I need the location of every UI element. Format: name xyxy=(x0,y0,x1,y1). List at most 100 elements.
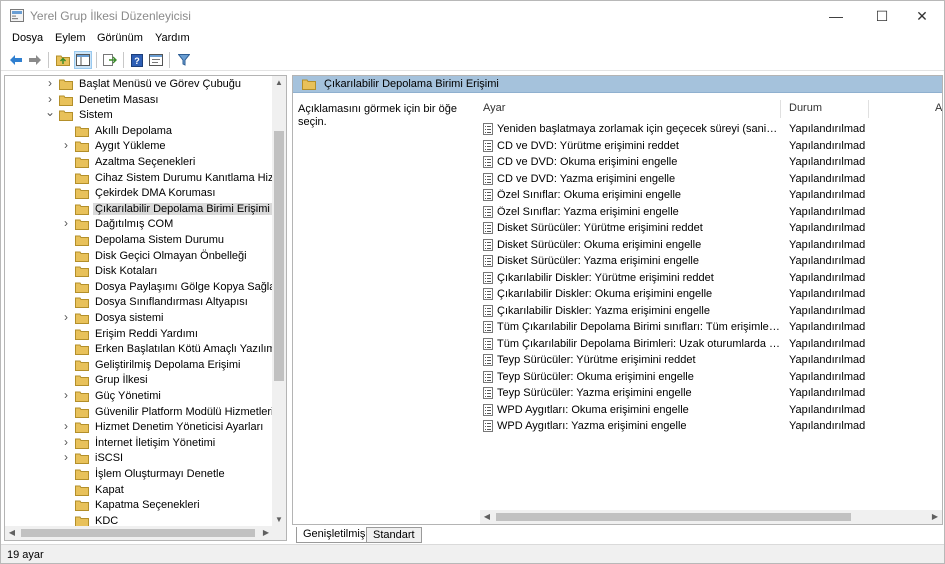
tree-item[interactable]: › Dosya sistemi xyxy=(5,310,273,327)
tree-item[interactable]: › Aygıt Yükleme xyxy=(5,138,273,155)
scroll-left-icon[interactable]: ◀ xyxy=(5,526,19,540)
forward-button[interactable] xyxy=(26,51,44,69)
tree-item[interactable]: Disk Kotaları xyxy=(5,264,273,280)
table-row[interactable]: Disket Sürücüler: Yürütme erişimini redd… xyxy=(480,220,942,237)
policy-setting-icon xyxy=(483,403,493,416)
tree-item[interactable]: Akıllı Depolama xyxy=(5,124,273,140)
tab-extended[interactable]: Genişletilmiş xyxy=(296,527,373,543)
back-button[interactable] xyxy=(7,51,25,69)
scroll-left-icon[interactable]: ◀ xyxy=(480,510,494,524)
table-row[interactable]: CD ve DVD: Okuma erişimini engelle Yapıla… xyxy=(480,154,942,171)
filter-button[interactable] xyxy=(175,51,193,69)
chevron-down-icon[interactable]: ⌄ xyxy=(45,105,55,119)
policy-setting-icon xyxy=(483,321,493,333)
tree-item[interactable]: Depolama Sistem Durumu xyxy=(5,233,273,249)
details-horizontal-scrollbar[interactable]: ◀ ▶ xyxy=(480,510,942,524)
details-hscroll-thumb[interactable] xyxy=(496,513,851,521)
tree-item[interactable]: İşlem Oluşturmayı Denetle xyxy=(5,467,273,483)
chevron-right-icon[interactable]: › xyxy=(61,310,71,324)
details-header: Çıkarılabilir Depolama Birimi Erişimi xyxy=(293,76,942,93)
folder-icon xyxy=(75,375,89,387)
chevron-right-icon[interactable]: › xyxy=(61,138,71,152)
tree-item[interactable]: Azaltma Seçenekleri xyxy=(5,155,273,171)
tree-item[interactable]: › iSCSI xyxy=(5,450,273,467)
column-header-state[interactable]: Durum xyxy=(789,98,822,120)
table-row[interactable]: CD ve DVD: Yazma erişimini engelle Yapıla… xyxy=(480,171,942,188)
scroll-right-icon[interactable]: ▶ xyxy=(259,526,273,540)
menu-eylem[interactable]: Eylem xyxy=(55,32,86,44)
table-row[interactable]: Teyp Sürücüler: Okuma erişimini engelle Y… xyxy=(480,369,942,386)
table-row[interactable]: Özel Sınıflar: Okuma erişimini engelle Ya… xyxy=(480,187,942,204)
tree-vertical-scrollbar[interactable]: ▲ ▼ xyxy=(272,76,286,527)
column-header-third[interactable]: A xyxy=(935,98,942,120)
menu-yardim[interactable]: Yardım xyxy=(155,32,190,44)
tree-item[interactable]: › İnternet İletişim Yönetimi xyxy=(5,435,273,452)
tree-hscroll-thumb[interactable] xyxy=(21,529,255,537)
folder-icon xyxy=(75,266,89,278)
export-list-button[interactable] xyxy=(101,51,119,69)
tree-item[interactable]: › Güç Yönetimi xyxy=(5,388,273,405)
tree-item[interactable]: Erişim Reddi Yardımı xyxy=(5,327,273,343)
chevron-right-icon[interactable]: › xyxy=(61,435,71,449)
scroll-up-icon[interactable]: ▲ xyxy=(272,76,286,90)
tree-item[interactable]: Cihaz Sistem Durumu Kanıtlama Hizme xyxy=(5,171,273,187)
tab-standard[interactable]: Standart xyxy=(366,527,422,543)
chevron-right-icon[interactable]: › xyxy=(61,388,71,402)
scroll-down-icon[interactable]: ▼ xyxy=(272,513,286,527)
tree-item[interactable]: Çıkarılabilir Depolama Birimi Erişimi xyxy=(5,202,273,218)
chevron-right-icon[interactable]: › xyxy=(61,419,71,433)
tree-item-label: Cihaz Sistem Durumu Kanıtlama Hizme xyxy=(95,171,273,184)
up-folder-button[interactable] xyxy=(54,51,72,69)
table-row[interactable]: Yeniden başlatmaya zorlamak için geçecek… xyxy=(480,121,942,138)
table-row[interactable]: WPD Aygıtları: Yazma erişimini engelle Ya… xyxy=(480,418,942,435)
folder-icon xyxy=(75,188,89,200)
show-hide-tree-button[interactable] xyxy=(74,51,92,69)
minimize-button[interactable]: — xyxy=(813,1,859,31)
chevron-right-icon[interactable]: › xyxy=(61,216,71,230)
tree-item[interactable]: › Dağıtılmış COM xyxy=(5,216,273,233)
menu-gorunum[interactable]: Görünüm xyxy=(97,32,143,44)
chevron-right-icon[interactable]: › xyxy=(61,450,71,464)
column-header-setting[interactable]: Ayar xyxy=(483,98,505,120)
tree-item[interactable]: ⌄ Sistem xyxy=(5,105,273,124)
folder-icon xyxy=(75,126,89,137)
tree-item-label: Kapat xyxy=(95,483,124,496)
tree-item-label: Disk Kotaları xyxy=(95,265,158,278)
tree-item[interactable]: Güvenilir Platform Modülü Hizmetleri xyxy=(5,405,273,421)
table-row[interactable]: Tüm Çıkarılabilir Depolama Birimi sınıfl… xyxy=(480,319,942,336)
tree-item[interactable]: › Hizmet Denetim Yöneticisi Ayarları xyxy=(5,419,273,436)
scroll-right-icon[interactable]: ▶ xyxy=(928,510,942,524)
setting-state: Yapılandırılmadı xyxy=(789,403,865,416)
table-row[interactable]: Teyp Sürücüler: Yazma erişimini engelle Y… xyxy=(480,385,942,402)
tree-item[interactable]: Dosya Paylaşımı Gölge Kopya Sağlayıcıs xyxy=(5,280,273,296)
table-row[interactable]: Özel Sınıflar: Yazma erişimini engelle Ya… xyxy=(480,204,942,221)
table-row[interactable]: CD ve DVD: Yürütme erişimini reddet Yapıl… xyxy=(480,138,942,155)
tree-item[interactable]: Dosya Sınıflandırması Altyapısı xyxy=(5,295,273,311)
folder-icon xyxy=(75,391,89,402)
tree-item[interactable]: Kapat xyxy=(5,483,273,499)
table-row[interactable]: Disket Sürücüler: Okuma erişimini engell… xyxy=(480,237,942,254)
tree-item[interactable]: Disk Geçici Olmayan Önbelleği xyxy=(5,249,273,265)
tree-item[interactable]: Çekirdek DMA Koruması xyxy=(5,186,273,202)
chevron-right-icon[interactable]: › xyxy=(45,92,55,106)
tree-item[interactable]: Kapatma Seçenekleri xyxy=(5,498,273,514)
table-row[interactable]: WPD Aygıtları: Okuma erişimini engelle Ya… xyxy=(480,402,942,419)
chevron-right-icon[interactable]: › xyxy=(45,76,55,90)
tree-item[interactable]: Geliştirilmiş Depolama Erişimi xyxy=(5,358,273,374)
close-button[interactable]: ✕ xyxy=(899,1,945,31)
tree-vscroll-thumb[interactable] xyxy=(274,131,284,381)
menu-dosya[interactable]: Dosya xyxy=(12,32,43,44)
table-row[interactable]: Tüm Çıkarılabilir Depolama Birimleri: Uz… xyxy=(480,336,942,353)
tree-item[interactable]: Erken Başlatılan Kötü Amaçlı Yazılımdar xyxy=(5,342,273,358)
table-row[interactable]: Teyp Sürücüler: Yürütme erişimini reddet… xyxy=(480,352,942,369)
properties-button[interactable] xyxy=(147,51,165,69)
tree-horizontal-scrollbar[interactable]: ◀ ▶ xyxy=(5,526,273,540)
table-row[interactable]: Çıkarılabilir Diskler: Yürütme erişimini… xyxy=(480,270,942,287)
table-row[interactable]: Çıkarılabilir Diskler: Okuma erişimini e… xyxy=(480,286,942,303)
table-row[interactable]: Disket Sürücüler: Yazma erişimini engell… xyxy=(480,253,942,270)
help-button[interactable]: ? xyxy=(128,51,146,69)
tree-item[interactable]: Grup İlkesi xyxy=(5,373,273,389)
tree-item[interactable]: › Başlat Menüsü ve Görev Çubuğu xyxy=(5,76,273,93)
settings-list: Ayar Durum A Yeniden başlatmaya zorlamak… xyxy=(480,98,942,508)
table-row[interactable]: Çıkarılabilir Diskler: Yazma erişimini e… xyxy=(480,303,942,320)
